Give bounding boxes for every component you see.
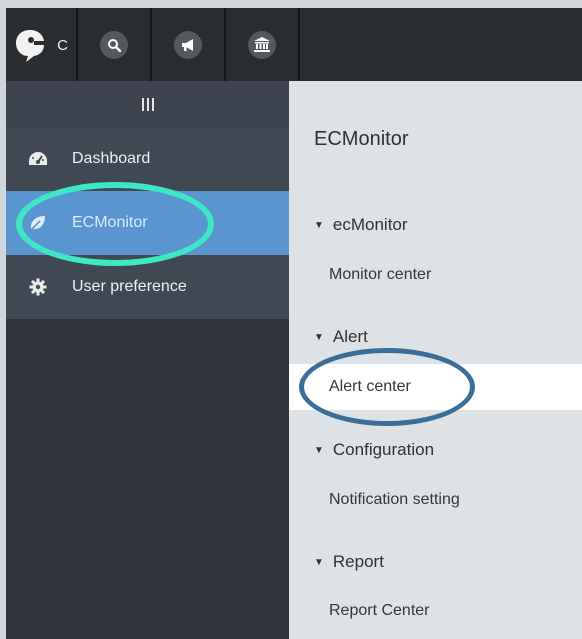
sidebar-item-label: ECMonitor (72, 214, 148, 231)
app-logo[interactable]: C (6, 8, 78, 81)
search-button[interactable] (78, 8, 152, 81)
megaphone-icon (182, 38, 193, 51)
caret-down-icon: ▼ (314, 444, 324, 456)
caret-down-icon: ▼ (314, 556, 324, 568)
section-configuration[interactable]: ▼ Configuration (314, 440, 434, 460)
announcement-button[interactable] (152, 8, 226, 81)
logo-text: C (57, 37, 68, 54)
logo-icon (16, 29, 45, 62)
top-bar: C (6, 8, 582, 81)
sidebar: Dashboard ECMonitor User preference (6, 81, 289, 639)
caret-down-icon: ▼ (314, 219, 324, 231)
gear-icon (26, 275, 50, 299)
link-report-center[interactable]: Report Center (289, 588, 582, 634)
sidebar-item-label: User preference (72, 278, 187, 295)
link-label: Alert center (329, 378, 411, 395)
section-report[interactable]: ▼ Report (314, 552, 384, 572)
sidebar-item-ecmonitor[interactable]: ECMonitor (6, 191, 289, 255)
bank-icon (254, 37, 270, 52)
link-label: Report Center (329, 602, 430, 619)
link-notification-setting[interactable]: Notification setting (289, 477, 582, 523)
section-label: Report (332, 552, 384, 571)
sidebar-item-dashboard[interactable]: Dashboard (6, 127, 289, 191)
section-label: ecMonitor (332, 215, 408, 234)
link-monitor-center[interactable]: Monitor center (289, 252, 582, 298)
link-alert-center[interactable]: Alert center (289, 364, 582, 410)
sidebar-item-label: Dashboard (72, 150, 151, 167)
section-label: Alert (332, 327, 368, 346)
bank-button[interactable] (226, 8, 300, 81)
link-label: Notification setting (329, 491, 460, 508)
section-label: Configuration (332, 440, 435, 459)
link-label: Monitor center (329, 266, 432, 283)
section-ecmonitor[interactable]: ▼ ecMonitor (314, 215, 408, 235)
panel-title: ECMonitor (314, 128, 409, 150)
app-frame: C Dashboard ECMonitor User preference EC… (6, 8, 582, 639)
bars-icon (141, 97, 154, 111)
sidebar-item-user-preference[interactable]: User preference (6, 255, 289, 319)
search-icon (108, 38, 121, 52)
caret-down-icon: ▼ (314, 331, 324, 343)
sidebar-menu: Dashboard ECMonitor User preference (6, 127, 289, 319)
section-alert[interactable]: ▼ Alert (314, 327, 368, 347)
submenu-panel: ECMonitor ▼ ecMonitor Monitor center ▼ A… (289, 81, 582, 639)
leaf-icon (26, 211, 50, 235)
dashboard-icon (26, 147, 50, 171)
sidebar-toggle[interactable] (6, 81, 289, 127)
